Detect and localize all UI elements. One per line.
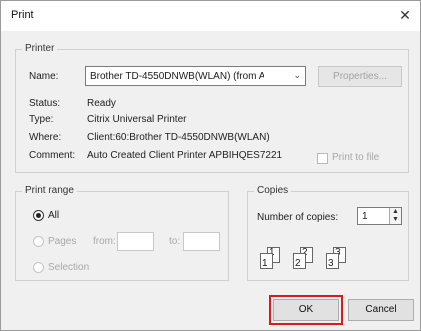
to-label: to: [169,236,181,247]
chevron-down-icon: ⌄ [293,70,301,80]
print-to-file-checkbox[interactable] [317,153,328,164]
name-label: Name: [29,71,59,82]
print-dialog: Print ✕ Printer Name: Brother TD-4550DNW… [0,0,421,331]
printer-name-select[interactable]: Brother TD-4550DNWB(WLAN) (from APBI ⌄ [85,66,306,86]
copies-stepper[interactable]: 1 ▲ ▼ [357,207,402,225]
pages-label: Pages [48,236,77,247]
title-bar: Print ✕ [1,1,420,31]
properties-button[interactable]: Properties... [318,66,402,87]
status-label: Status: [29,98,61,109]
selection-radio[interactable] [33,262,44,273]
status-value: Ready [87,98,116,109]
copies-value: 1 [362,211,368,222]
where-value: Client:60:Brother TD-4550DNWB(WLAN) [87,132,270,143]
close-icon[interactable]: ✕ [394,5,416,25]
dialog-title: Print [11,9,34,21]
from-page-input[interactable] [117,232,154,251]
properties-label: Properties... [333,71,387,82]
pages-radio[interactable] [33,236,44,247]
from-label: from: [93,236,116,247]
print-to-file-label: Print to file [332,152,380,163]
number-of-copies-label: Number of copies: [257,212,339,223]
collate-page-front-2: 2 [293,253,306,269]
copies-group-label: Copies [254,185,292,196]
cancel-button[interactable]: Cancel [348,299,414,321]
printer-group-label: Printer [22,43,58,54]
selection-label: Selection [48,262,90,273]
comment-value: Auto Created Client Printer APBIHQES7221 [87,150,283,161]
printer-name-value: Brother TD-4550DNWB(WLAN) (from APBI [90,71,264,82]
radio-selected-dot [36,213,41,218]
type-value: Citrix Universal Printer [87,114,187,125]
collate-page-front-1: 1 [260,253,273,269]
where-label: Where: [29,132,62,143]
spin-arrows-icon[interactable]: ▲ ▼ [389,208,401,224]
type-label: Type: [29,114,54,125]
collate-page-front-3: 3 [326,253,339,269]
all-radio[interactable] [33,210,44,221]
ok-label: OK [298,304,314,315]
all-label: All [48,210,60,221]
comment-label: Comment: [29,150,76,161]
to-page-input[interactable] [183,232,220,251]
cancel-label: Cancel [365,304,397,315]
print-range-group-label: Print range [22,185,77,196]
ok-button[interactable]: OK [273,299,339,321]
